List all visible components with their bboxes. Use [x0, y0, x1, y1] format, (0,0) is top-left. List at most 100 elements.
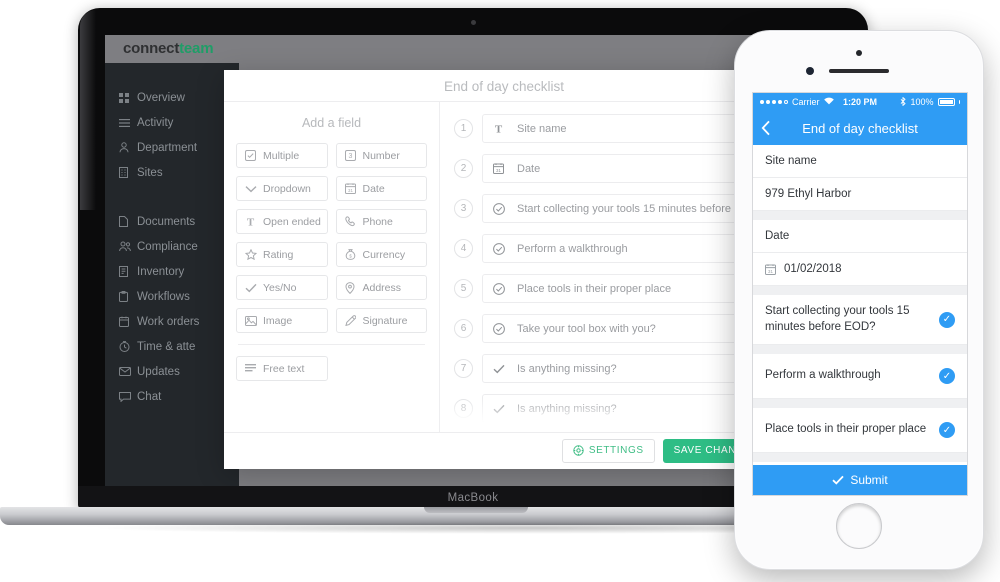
user-icon: [119, 142, 137, 153]
sidebar-item-label: Sites: [137, 166, 163, 179]
list-icon: [119, 118, 137, 128]
field-type-label: Open ended: [263, 215, 321, 228]
sidebar-item-label: Overview: [137, 91, 185, 104]
section-separator: [753, 286, 967, 295]
sidebar-item-workflows[interactable]: Workflows: [105, 284, 239, 309]
checklist-row[interactable]: 3 Start collecting your tools 15 minutes…: [454, 194, 780, 223]
items-scroll-fade: [440, 398, 784, 432]
sidebar-item-documents[interactable]: Documents: [105, 209, 239, 234]
section-separator: [753, 345, 967, 355]
sidebar-item-department[interactable]: Department: [105, 135, 239, 160]
field-type-image[interactable]: Image: [236, 308, 328, 333]
checklist-item[interactable]: Start collecting your tools 15 minutes b…: [753, 295, 967, 346]
signal-dots-icon: [760, 100, 788, 104]
sidebar-item-sites[interactable]: Sites: [105, 160, 239, 185]
free-text-spacer: [336, 356, 428, 381]
box-icon: [119, 266, 137, 277]
sidebar-divider-gap: [105, 185, 239, 209]
row-index: 1: [454, 119, 473, 138]
field-type-date[interactable]: 31 Date: [335, 176, 427, 201]
field-type-dropdown[interactable]: Dropdown: [236, 176, 328, 201]
check-icon: [245, 283, 263, 293]
field-type-yes-no[interactable]: Yes/No: [236, 275, 328, 300]
sidebar-item-label: Department: [137, 141, 198, 154]
field-type-label: Free text: [263, 362, 305, 375]
checkbox-icon: [245, 150, 263, 161]
money-bag-icon: $: [345, 249, 363, 260]
checklist-row[interactable]: 7 Is anything missing?: [454, 354, 780, 383]
checklist-row[interactable]: 5 Place tools in their proper place: [454, 274, 780, 303]
field-value-date[interactable]: 31 01/02/2018: [753, 253, 967, 286]
image-icon: [245, 315, 263, 326]
sidebar-item-inventory[interactable]: Inventory: [105, 259, 239, 284]
checklist-item[interactable]: Perform a walkthrough ✓: [753, 354, 967, 400]
row-index: 6: [454, 319, 473, 338]
check-icon: [832, 475, 844, 485]
check-circle-icon[interactable]: ✓: [939, 368, 955, 385]
macbook-screen: connectteam Overview Activity Department…: [105, 35, 841, 487]
field-type-open-ended[interactable]: T Open ended: [236, 209, 328, 234]
sidebar-item-label: Updates: [137, 365, 180, 378]
sidebar-item-updates[interactable]: Updates: [105, 359, 239, 384]
sidebar-item-overview[interactable]: Overview: [105, 85, 239, 110]
field-type-multiple[interactable]: Multiple: [236, 143, 328, 168]
chevron-down-icon: [245, 185, 263, 193]
field-type-label: Yes/No: [263, 281, 297, 294]
field-type-free-text[interactable]: Free text: [236, 356, 328, 381]
envelope-icon: [119, 367, 137, 376]
add-field-panel: Add a field Multiple 3 Number Dropdown 3…: [224, 102, 440, 432]
star-icon: [245, 249, 263, 260]
sidebar-item-time-attendance[interactable]: Time & atte: [105, 334, 239, 359]
earpiece-speaker: [829, 69, 889, 73]
sidebar-item-activity[interactable]: Activity: [105, 110, 239, 135]
home-button[interactable]: [836, 503, 882, 549]
paragraph-icon: [245, 363, 263, 374]
check-circle-icon: [493, 202, 517, 215]
modal-footer: SETTINGS SAVE CHANGES: [224, 432, 784, 468]
field-type-address[interactable]: Address: [335, 275, 427, 300]
field-label-site-name: Site name: [753, 145, 967, 178]
checklist-row[interactable]: 2 31 Date: [454, 154, 780, 183]
phone-form-list: Site name 979 Ethyl Harbor Date 31 01/02…: [753, 145, 967, 463]
svg-text:31: 31: [348, 188, 353, 193]
field-type-signature[interactable]: Signature: [335, 308, 427, 333]
field-type-rating[interactable]: Rating: [236, 242, 328, 267]
nav-title: End of day checklist: [802, 120, 918, 136]
connecteam-logo: connectteam: [123, 40, 214, 57]
submit-button[interactable]: Submit: [753, 465, 967, 495]
field-value-site-name[interactable]: 979 Ethyl Harbor: [753, 178, 967, 211]
field-type-label: Multiple: [263, 149, 300, 162]
field-type-number[interactable]: 3 Number: [335, 143, 427, 168]
settings-button[interactable]: SETTINGS: [561, 438, 655, 463]
calendar-icon: [119, 316, 137, 327]
check-circle-icon[interactable]: ✓: [939, 422, 955, 439]
row-index: 4: [454, 239, 473, 258]
iphone-device: Carrier 1:20 PM 100% End of day checklis…: [734, 30, 984, 570]
checklist-item[interactable]: Place tools in their proper place ✓: [753, 408, 967, 454]
sidebar-item-work-orders[interactable]: Work orders: [105, 309, 239, 334]
gear-icon: [573, 445, 584, 456]
app-sidebar[interactable]: Overview Activity Department Sites Docum…: [105, 63, 239, 487]
row-label: Take your tool box with you?: [517, 322, 656, 335]
sidebar-item-compliance[interactable]: Compliance: [105, 234, 239, 259]
checklist-row[interactable]: 6 Take your tool box with you?: [454, 314, 780, 343]
row-label: Place tools in their proper place: [517, 282, 672, 295]
check-circle-icon: [493, 282, 517, 295]
check-circle-icon[interactable]: ✓: [939, 311, 955, 328]
field-type-currency[interactable]: $ Currency: [335, 242, 427, 267]
field-type-phone[interactable]: Phone: [335, 209, 427, 234]
checklist-row[interactable]: 4 Perform a walkthrough: [454, 234, 780, 263]
svg-text:31: 31: [768, 269, 773, 274]
field-grid-divider: [238, 344, 425, 345]
calendar-icon: 31: [765, 263, 776, 275]
row-label: Perform a walkthrough: [517, 242, 628, 255]
row-index: 7: [454, 359, 473, 378]
iphone-screen: Carrier 1:20 PM 100% End of day checklis…: [752, 92, 968, 496]
back-button[interactable]: [761, 111, 771, 145]
grid-icon: [119, 92, 137, 103]
sidebar-item-label: Time & atte: [137, 340, 196, 353]
sidebar-item-chat[interactable]: Chat: [105, 384, 239, 409]
field-type-label: Rating: [263, 248, 294, 261]
checklist-row[interactable]: 1 T Site name: [454, 114, 780, 143]
ios-nav-bar: End of day checklist: [753, 111, 967, 145]
